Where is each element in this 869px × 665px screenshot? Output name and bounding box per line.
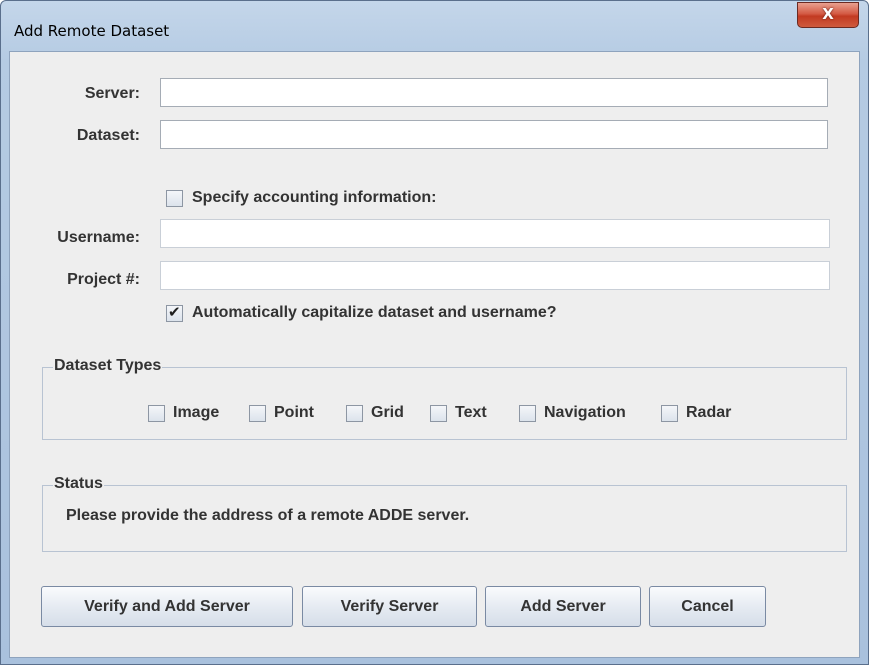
username-label: Username: — [57, 229, 140, 246]
accounting-checkbox[interactable] — [166, 190, 183, 207]
capitalize-label: Automatically capitalize dataset and use… — [192, 304, 557, 321]
image-type-label: Image — [173, 404, 220, 421]
title-bar[interactable]: Add Remote Dataset X — [1, 1, 868, 51]
navigation-type-checkbox[interactable] — [519, 405, 536, 422]
status-group: Status Please provide the address of a r… — [42, 475, 847, 552]
accounting-label: Specify accounting information: — [192, 189, 437, 206]
project-label: Project #: — [67, 271, 140, 288]
status-message: Please provide the address of a remote A… — [66, 507, 470, 524]
close-button[interactable]: X — [797, 2, 859, 28]
server-input[interactable] — [160, 78, 828, 107]
dataset-input[interactable] — [160, 120, 828, 149]
verify-server-button[interactable]: Verify Server — [302, 586, 477, 627]
radar-type-checkbox[interactable] — [661, 405, 678, 422]
server-label: Server: — [84, 85, 140, 102]
add-server-button[interactable]: Add Server — [485, 586, 641, 627]
capitalize-checkbox[interactable] — [166, 303, 183, 322]
dataset-label: Dataset: — [76, 127, 140, 144]
point-type-label: Point — [274, 404, 314, 421]
text-type-label: Text — [455, 404, 487, 421]
grid-type-checkbox[interactable] — [346, 405, 363, 422]
navigation-type-label: Navigation — [544, 404, 626, 421]
dialog-content: Server: Dataset: Specify accounting info… — [9, 51, 860, 658]
dataset-types-title: Dataset Types — [53, 357, 163, 375]
username-input[interactable] — [160, 219, 830, 248]
close-icon: X — [822, 5, 834, 23]
status-title: Status — [53, 475, 104, 493]
grid-type-label: Grid — [371, 404, 404, 421]
point-type-checkbox[interactable] — [249, 405, 266, 422]
text-type-checkbox[interactable] — [430, 405, 447, 422]
dataset-types-group: Dataset Types Image Point Grid Text Navi… — [42, 357, 847, 440]
window-title: Add Remote Dataset — [14, 22, 170, 40]
image-type-checkbox[interactable] — [148, 405, 165, 422]
cancel-button[interactable]: Cancel — [649, 586, 766, 627]
radar-type-label: Radar — [686, 404, 732, 421]
add-remote-dataset-dialog: Add Remote Dataset X Server: Dataset: Sp… — [0, 0, 869, 665]
project-input[interactable] — [160, 261, 830, 290]
verify-and-add-server-button[interactable]: Verify and Add Server — [41, 586, 293, 627]
